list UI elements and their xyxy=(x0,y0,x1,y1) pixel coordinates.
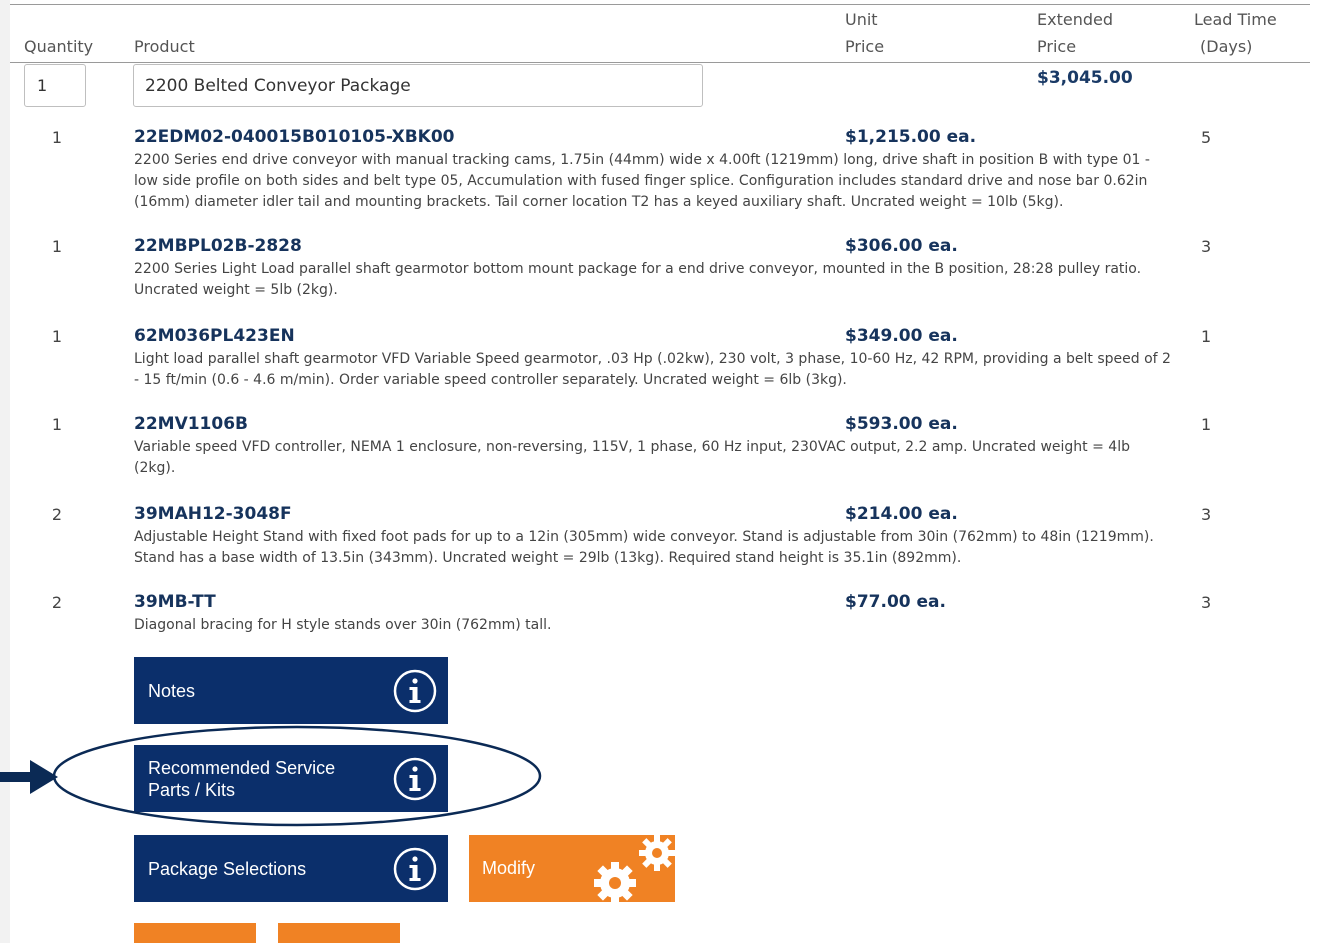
modify-button-label: Modify xyxy=(482,858,536,878)
header-lead-time-line1: Lead Time xyxy=(1194,10,1277,29)
header-unit-price-line2: Price xyxy=(845,37,885,56)
item-6-description: Diagonal bracing for H style stands over… xyxy=(134,617,552,633)
top-divider xyxy=(10,4,1310,5)
item-1-unit-price: $1,215.00 ea. xyxy=(845,127,977,147)
item-1-sku: 22EDM02-040015B010105-XBK00 xyxy=(134,127,455,147)
package-quantity-input[interactable] xyxy=(24,64,86,107)
modify-button[interactable]: Modify xyxy=(469,835,675,903)
orange-button-partial-1[interactable] xyxy=(134,923,256,943)
header-unit-price-line1: Unit xyxy=(845,10,878,29)
item-4-unit-price: $593.00 ea. xyxy=(845,414,958,434)
header-divider xyxy=(10,62,1310,63)
item-6-unit-price: $77.00 ea. xyxy=(845,592,946,612)
item-4-sku: 22MV1106B xyxy=(134,414,249,434)
notes-button[interactable]: Notes xyxy=(134,657,448,724)
header-extended-price-line1: Extended xyxy=(1037,10,1113,29)
header-product: Product xyxy=(134,37,195,56)
item-5-sku: 39MAH12-3048F xyxy=(134,504,292,524)
header-lead-time-line2: (Days) xyxy=(1200,37,1253,56)
package-name-input[interactable] xyxy=(133,64,703,107)
item-1-quantity: 1 xyxy=(51,128,63,147)
header-quantity: Quantity xyxy=(24,37,94,56)
item-1-lead-time: 5 xyxy=(1201,128,1212,147)
item-2-description: 2200 Series Light Load parallel shaft ge… xyxy=(134,261,1142,298)
item-6-lead-time: 3 xyxy=(1201,593,1212,612)
item-5-quantity: 2 xyxy=(51,505,63,524)
item-2-lead-time: 3 xyxy=(1201,237,1212,256)
annotation-arrow-icon xyxy=(0,760,58,794)
item-6-quantity: 2 xyxy=(51,593,63,612)
package-extended-price: $3,045.00 xyxy=(1037,68,1133,88)
package-selections-button[interactable]: Package Selections xyxy=(134,835,448,902)
item-3-unit-price: $349.00 ea. xyxy=(845,326,958,346)
item-5-lead-time: 3 xyxy=(1201,505,1212,524)
item-4-quantity: 1 xyxy=(51,415,63,434)
item-2-unit-price: $306.00 ea. xyxy=(845,236,958,256)
item-3-sku: 62M036PL423EN xyxy=(134,326,295,346)
item-3-lead-time: 1 xyxy=(1201,327,1212,346)
item-4-description: Variable speed VFD controller, NEMA 1 en… xyxy=(134,439,1130,476)
item-6-sku: 39MB-TT xyxy=(134,592,216,612)
item-5-description: Adjustable Height Stand with fixed foot … xyxy=(134,529,1154,566)
item-3-description: Light load parallel shaft gearmotor VFD … xyxy=(134,351,1171,388)
orange-button-partial-2[interactable] xyxy=(278,923,400,943)
item-3-quantity: 1 xyxy=(51,327,63,346)
left-margin-strip xyxy=(0,0,10,943)
item-2-sku: 22MBPL02B-2828 xyxy=(134,236,302,256)
item-2-quantity: 1 xyxy=(51,237,63,256)
header-extended-price-line2: Price xyxy=(1037,37,1077,56)
info-circle-icon xyxy=(393,847,437,890)
info-circle-icon xyxy=(393,669,437,712)
gears-icon xyxy=(594,835,675,903)
item-1-description: 2200 Series end drive conveyor with manu… xyxy=(134,152,1150,210)
annotation-oval xyxy=(52,725,542,827)
item-4-lead-time: 1 xyxy=(1201,415,1212,434)
item-5-unit-price: $214.00 ea. xyxy=(845,504,958,524)
